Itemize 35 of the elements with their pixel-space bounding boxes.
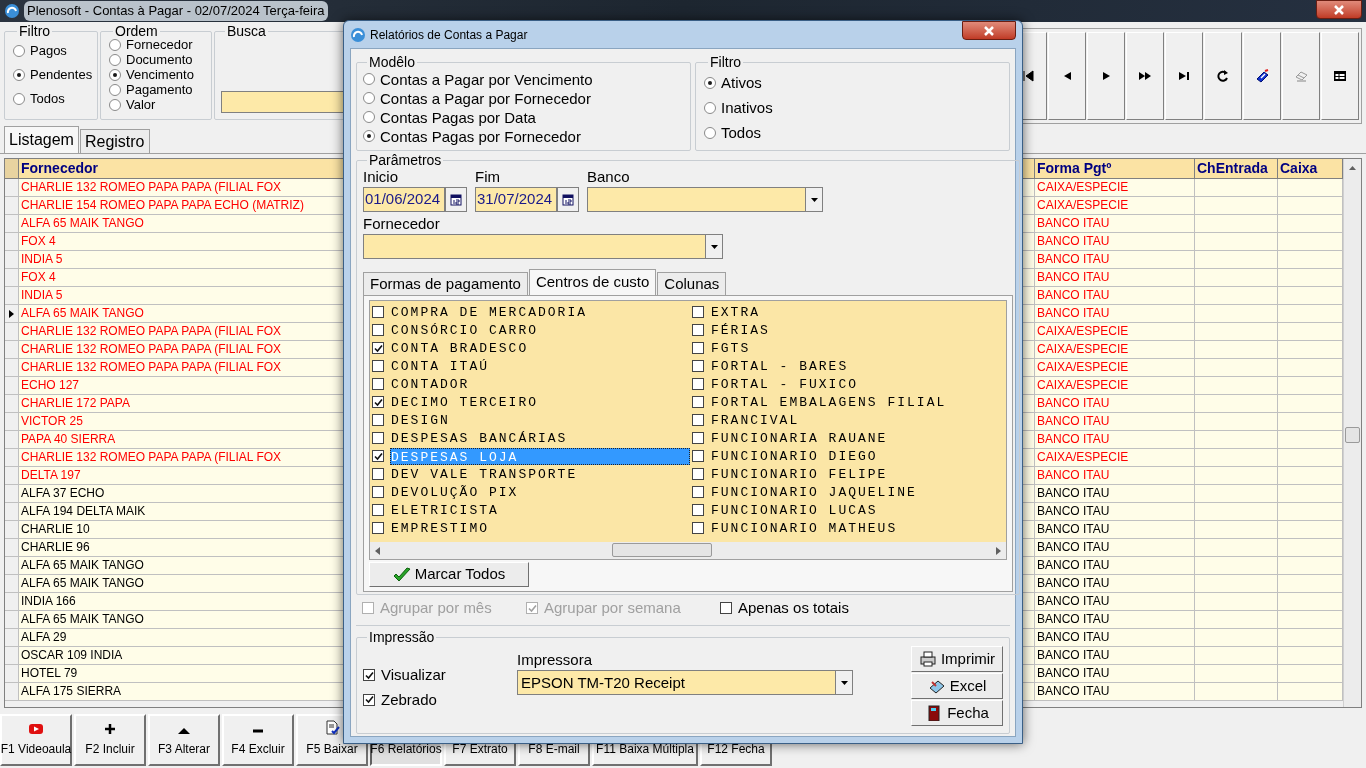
- radio-label: Inativos: [721, 100, 773, 115]
- field-label: Banco: [587, 167, 631, 187]
- group-label: Ordem: [114, 24, 159, 38]
- checkbox-label: Agrupar por semana: [544, 597, 681, 618]
- window-title: Plenosoft - Contas à Pagar - 02/07/2024 Terça-feira: [24, 1, 328, 21]
- radio-label: Contas a Pagar por Fornecedor: [380, 90, 591, 106]
- dialog-title: Relatórios de Contas a Pagar: [370, 26, 528, 44]
- field-label: Fim: [475, 167, 501, 187]
- radio-label: Contas a Pagar por Vencimento: [380, 71, 593, 87]
- radio-label: Todos: [721, 125, 762, 140]
- group-label: Busca: [226, 24, 267, 38]
- checkbox-label: Zebrado: [381, 689, 437, 710]
- group-label: Impressão: [368, 630, 436, 644]
- group-label: Modêlo: [368, 55, 416, 69]
- radio-label: Valor: [126, 98, 156, 111]
- radio-label: Contas Pagas por Data: [380, 109, 536, 125]
- group-label: Filtro: [709, 55, 743, 69]
- field-label: Inicio: [363, 167, 400, 187]
- radio-label: Pendentes: [30, 68, 93, 81]
- field-label: Impressora: [517, 650, 594, 670]
- radio-label: Pagos: [30, 44, 67, 57]
- checkbox-label: Visualizar: [381, 665, 446, 685]
- radio-label: Todos: [30, 92, 65, 105]
- radio-label: Pagamento: [126, 83, 193, 96]
- radio-label: Ativos: [721, 75, 762, 90]
- checkbox-label: Agrupar por mês: [380, 597, 492, 618]
- radio-label: Vencimento: [126, 68, 194, 81]
- radio-label: Documento: [126, 53, 193, 66]
- field-label: Fornecedor: [363, 214, 441, 234]
- group-label: Parâmetros: [368, 153, 443, 167]
- checkbox-label: Apenas os totais: [738, 597, 849, 618]
- radio-label: Fornecedor: [126, 38, 193, 51]
- group-label: Filtro: [18, 24, 52, 38]
- radio-label: Contas Pagas por Fornecedor: [380, 128, 581, 144]
- table-cell: BANCO ITAU: [1035, 683, 1195, 701]
